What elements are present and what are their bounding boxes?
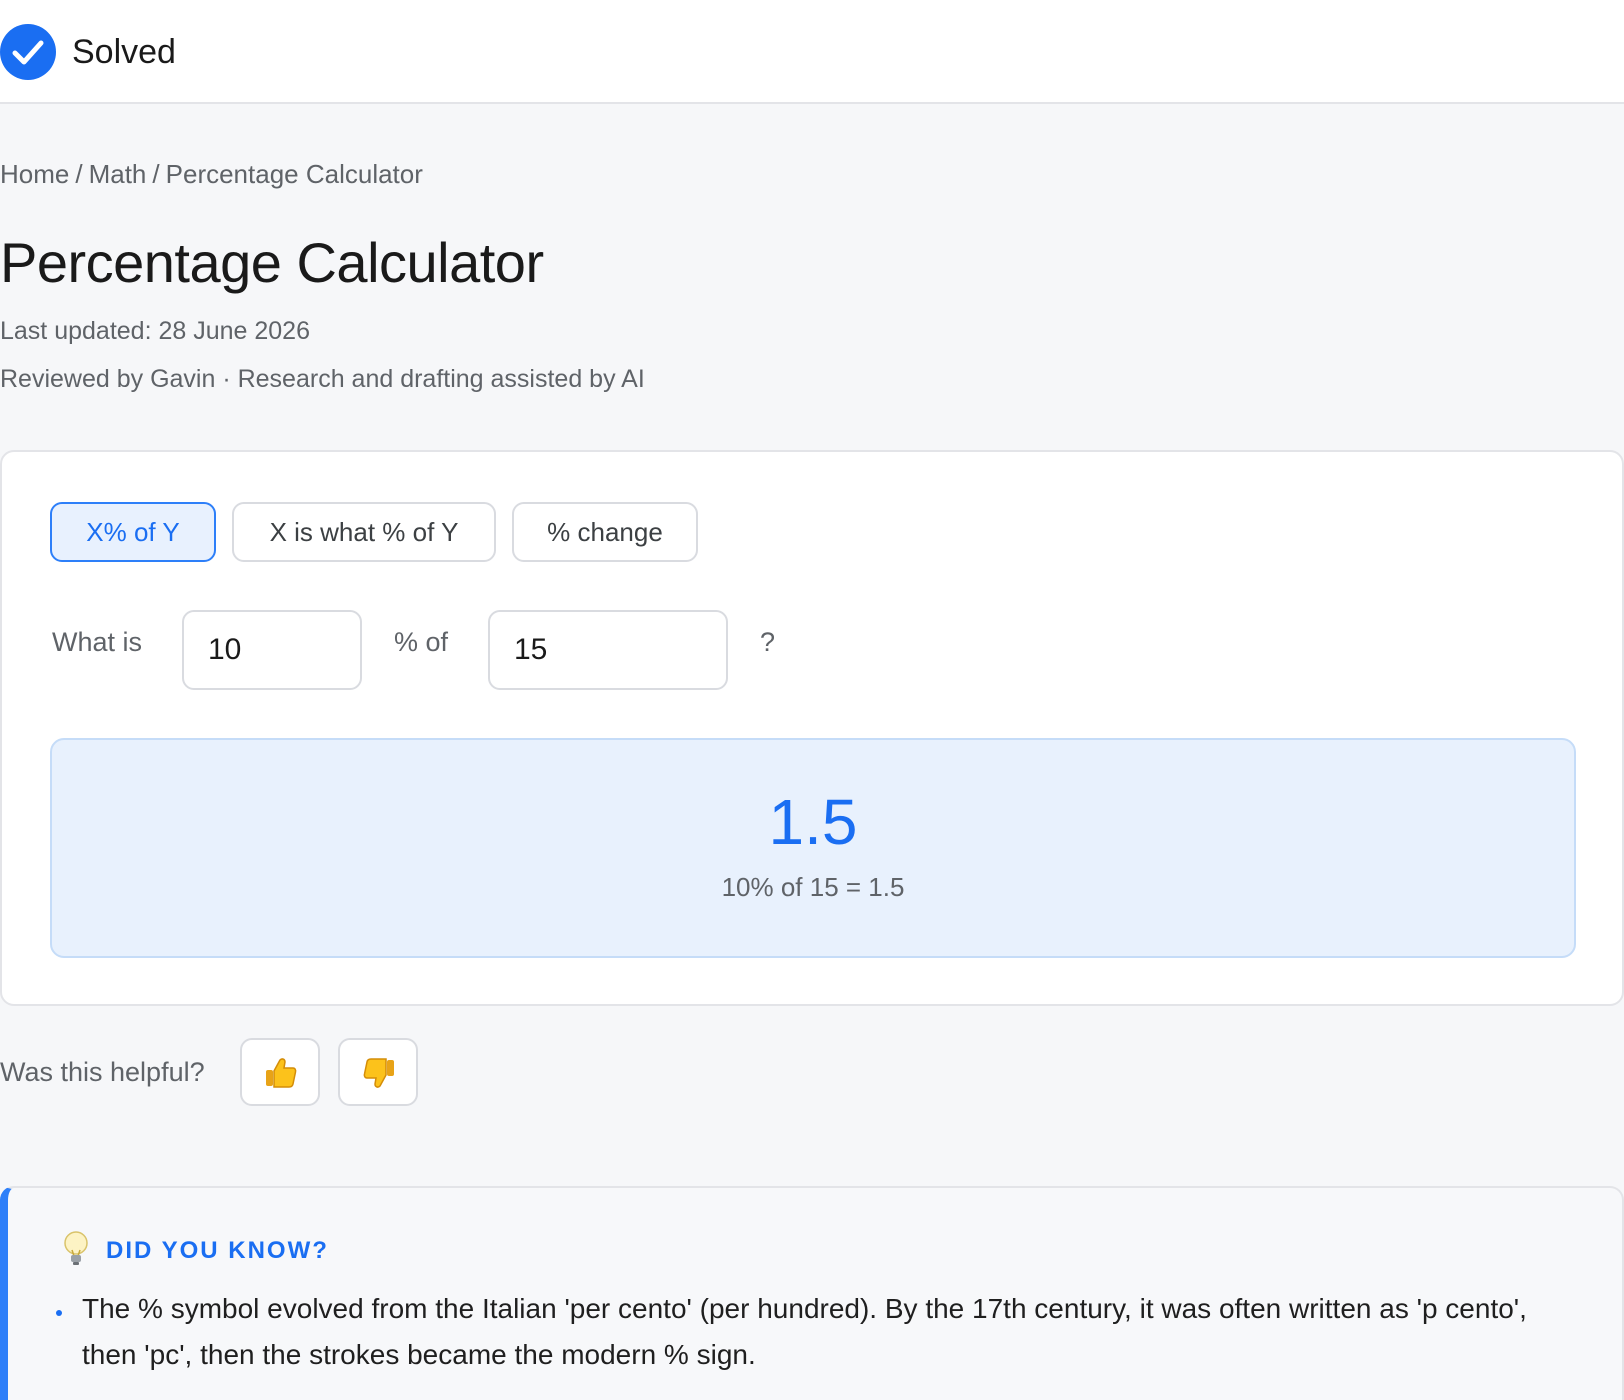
- prompt-middle: % of: [394, 627, 449, 657]
- thumbs-down-button[interactable]: [338, 1038, 418, 1106]
- did-you-know-heading: DID YOU KNOW?: [106, 1237, 329, 1264]
- thumbs-up-icon: [266, 1058, 297, 1088]
- prompt-prefix: What is: [52, 627, 143, 657]
- top-bar: Solved: [0, 0, 1624, 104]
- last-updated: Last updated: 28 June 2026: [0, 317, 310, 345]
- breadcrumb-separator: /: [152, 159, 160, 189]
- y-value-input[interactable]: [488, 610, 728, 690]
- breadcrumb-current: Percentage Calculator: [165, 159, 423, 189]
- tab-x-is-what-percent-of-y[interactable]: X is what % of Y: [232, 502, 496, 562]
- thumbs-down-icon: [363, 1058, 394, 1088]
- check-circle-icon: [0, 24, 56, 80]
- breadcrumb-home[interactable]: Home: [0, 159, 69, 189]
- tab-x-percent-of-y[interactable]: X% of Y: [50, 502, 216, 562]
- bullet-icon: [56, 1310, 62, 1316]
- result-panel: 1.5 10% of 15 = 1.5: [50, 738, 1576, 958]
- status-label: Solved: [72, 33, 176, 71]
- result-value: 1.5: [768, 786, 858, 858]
- breadcrumb: Home / Math / Percentage Calculator: [0, 156, 423, 192]
- calculator-card: X% of Y X is what % of Y % change What i…: [0, 450, 1624, 1006]
- breadcrumb-separator: /: [75, 159, 83, 189]
- lightbulb-icon: [64, 1231, 88, 1265]
- breadcrumb-math[interactable]: Math: [89, 159, 147, 189]
- tab-percent-change[interactable]: % change: [512, 502, 698, 562]
- thumbs-up-button[interactable]: [240, 1038, 320, 1106]
- x-value-input[interactable]: [182, 610, 362, 690]
- result-formula: 10% of 15 = 1.5: [721, 872, 905, 902]
- prompt-suffix: ?: [760, 627, 776, 657]
- did-you-know-card: DID YOU KNOW? The % symbol evolved from …: [0, 1186, 1624, 1400]
- page-title: Percentage Calculator: [0, 231, 544, 294]
- helpful-label: Was this helpful?: [0, 1057, 205, 1087]
- reviewed-by: Reviewed by Gavin · Research and draftin…: [0, 365, 645, 393]
- fact-text: The % symbol evolved from the Italian 'p…: [82, 1293, 1527, 1370]
